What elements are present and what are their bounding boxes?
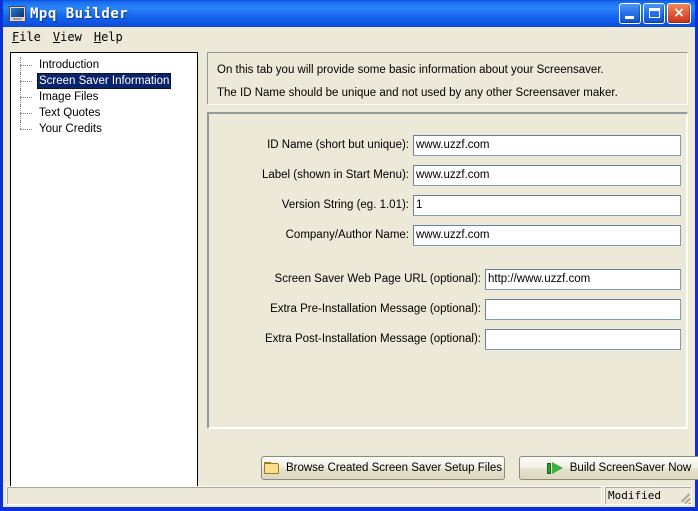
form-groupbox: ID Name (short but unique): www.uzzf.com L… [207,112,688,429]
form-row: Version String (eg. 1.01): 1 [213,195,681,216]
form-label: Label (shown in Start Menu): [261,169,409,181]
tree-item-label: Image Files [39,91,99,103]
info-line-1: On this tab you will provide some basic … [217,64,604,76]
tree-connector-horizontal [20,65,32,67]
status-modified-label: Modified [608,489,661,502]
tree-item-label: Screen Saver Information [37,73,172,89]
tree-connector-horizontal [20,97,32,99]
tree-connector-horizontal [20,129,32,131]
status-message [6,486,602,505]
tree-item-label: Introduction [39,59,100,71]
form-label: Version String (eg. 1.01): [281,199,409,211]
tree-item-your-credits[interactable]: Your Credits [11,121,197,137]
browse-setup-files-button[interactable]: Browse Created Screen Saver Setup Files [261,456,505,480]
close-button[interactable]: × [667,3,691,24]
menu-bar: File View Help [3,27,695,48]
window-controls: × [619,3,693,24]
minimize-button[interactable] [619,3,641,24]
action-button-row: Browse Created Screen Saver Setup Files … [207,456,698,482]
tree-item-label: Your Credits [39,123,102,135]
folder-icon [263,461,280,475]
menu-item-help[interactable]: Help [91,29,132,45]
content-pane: On this tab you will provide some basic … [207,52,698,482]
tree-connector-vertical [20,121,22,129]
minimize-icon [625,16,634,19]
monitor-icon[interactable] [9,5,26,22]
status-bar: Modified [6,486,692,505]
menu-item-file[interactable]: File [9,29,50,45]
form-input[interactable]: 1 [413,195,681,216]
form-input[interactable]: www.uzzf.com [413,225,681,246]
form-label: Extra Pre-Installation Message (optional… [270,303,481,315]
form-row: Label (shown in Start Menu): www.uzzf.com [213,165,681,186]
title-bar[interactable]: Mpq Builder × [3,0,695,27]
tree-connector-horizontal [20,81,32,83]
form-row: Extra Pre-Installation Message (optional… [213,299,681,320]
tree-list: Introduction Screen Saver Information Imag… [11,53,197,137]
info-groupbox: On this tab you will provide some basic … [207,52,688,105]
tree-item-screen-saver-information[interactable]: Screen Saver Information [11,73,197,89]
window-title: Mpq Builder [30,5,129,22]
menu-item-view[interactable]: View [50,29,91,45]
info-line-2: The ID Name should be unique and not use… [217,87,618,99]
tree-item-image-files[interactable]: Image Files [11,89,197,105]
browse-button-label: Browse Created Screen Saver Setup Files [285,462,503,474]
form-row: Screen Saver Web Page URL (optional): htt… [213,269,681,290]
maximize-button[interactable] [643,3,665,24]
green-arrow-icon [546,461,564,475]
close-icon: × [673,5,685,21]
build-screensaver-button[interactable]: Build ScreenSaver Now [519,456,698,480]
form-input[interactable]: http://www.uzzf.com [485,269,681,290]
form-input[interactable]: www.uzzf.com [413,135,681,156]
form-label: Screen Saver Web Page URL (optional): [274,273,481,285]
form-input[interactable] [485,299,681,320]
form-input[interactable] [485,329,681,350]
navigation-tree[interactable]: Introduction Screen Saver Information Imag… [10,52,198,489]
form-row: Extra Post-Installation Message (optiona… [213,329,681,350]
build-button-label: Build ScreenSaver Now [569,462,692,474]
form-row: ID Name (short but unique): www.uzzf.com [213,135,681,156]
maximize-icon [649,8,660,18]
client-area: Introduction Screen Saver Information Imag… [3,47,698,507]
form-input[interactable]: www.uzzf.com [413,165,681,186]
tree-item-text-quotes[interactable]: Text Quotes [11,105,197,121]
form-label: Company/Author Name: [285,229,409,241]
application-window: Mpq Builder × File View Help Introductio… [0,0,698,511]
tree-item-introduction[interactable]: Introduction [11,57,197,73]
status-modified: Modified [604,486,692,505]
resize-grip-icon[interactable] [677,490,691,504]
tree-item-label: Text Quotes [39,107,101,119]
form-label: Extra Post-Installation Message (optiona… [264,333,481,345]
tree-connector-horizontal [20,113,32,115]
form-row: Company/Author Name: www.uzzf.com [213,225,681,246]
form-label: ID Name (short but unique): [267,139,409,151]
